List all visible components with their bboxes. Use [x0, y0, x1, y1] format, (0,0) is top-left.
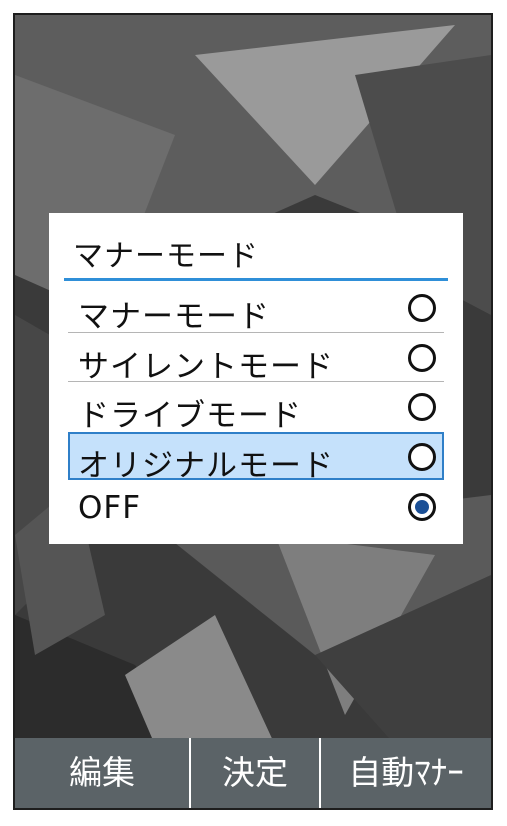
dialog-title: マナーモード: [73, 239, 259, 274]
softkey-bar: 編集 決定 自動ﾏﾅｰ: [15, 738, 491, 808]
option-silent-mode[interactable]: サイレントモード: [68, 333, 444, 385]
softkey-auto-manner[interactable]: 自動ﾏﾅｰ: [321, 738, 491, 808]
phone-screen: マナーモード マナーモード サイレントモード ドライブモード オリジナルモード …: [13, 13, 493, 810]
option-label: オリジナルモード: [78, 448, 334, 484]
radio-button-checked[interactable]: [408, 493, 436, 521]
option-off[interactable]: OFF: [68, 482, 444, 530]
option-drive-mode[interactable]: ドライブモード: [68, 382, 444, 434]
title-divider: [64, 278, 448, 281]
radio-button[interactable]: [408, 294, 436, 322]
softkey-edit[interactable]: 編集: [15, 738, 189, 808]
option-manner-mode[interactable]: マナーモード: [68, 283, 444, 335]
option-original-mode[interactable]: オリジナルモード: [68, 432, 444, 484]
radio-button[interactable]: [408, 344, 436, 372]
option-label: OFF: [78, 490, 142, 526]
softkey-confirm[interactable]: 決定: [191, 738, 319, 808]
option-label: サイレントモード: [78, 349, 334, 385]
manner-mode-dialog: マナーモード マナーモード サイレントモード ドライブモード オリジナルモード …: [49, 213, 463, 544]
radio-button[interactable]: [408, 443, 436, 471]
radio-button[interactable]: [408, 393, 436, 421]
option-label: ドライブモード: [78, 398, 302, 434]
option-label: マナーモード: [78, 299, 270, 335]
